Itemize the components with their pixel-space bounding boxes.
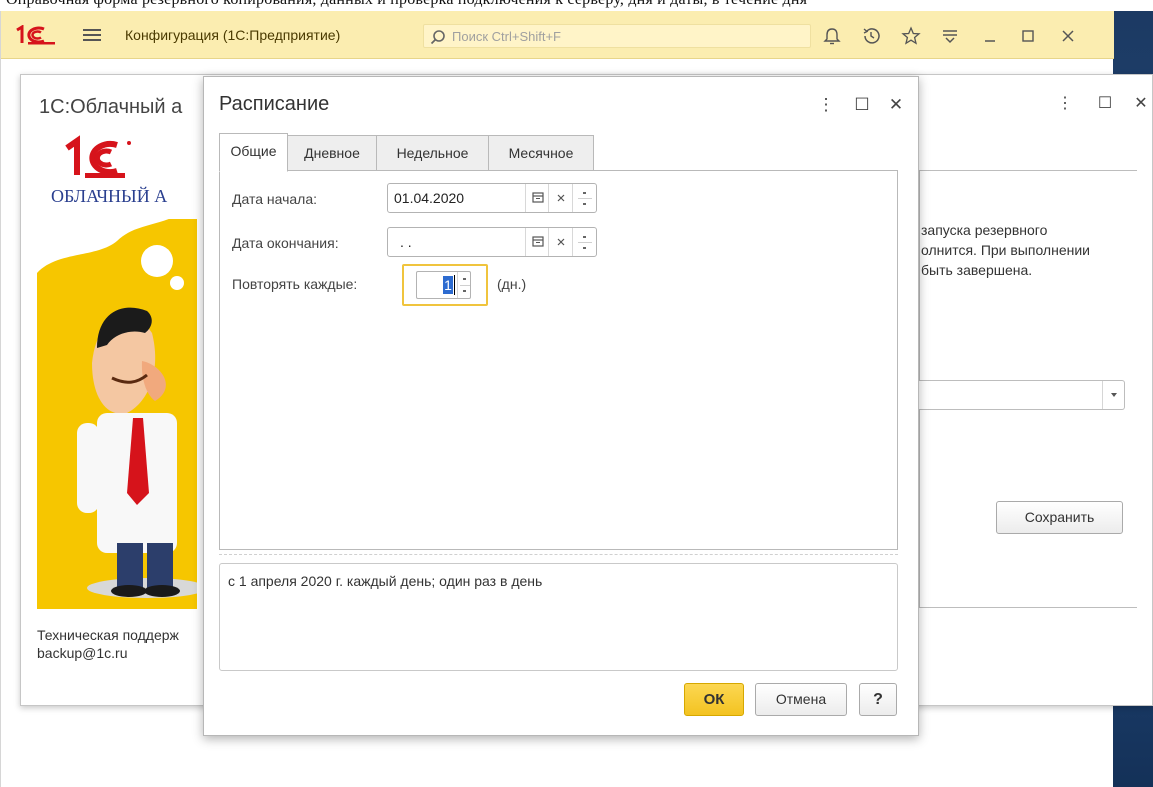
clear-icon[interactable]: [548, 228, 572, 256]
maximize-icon[interactable]: [1015, 23, 1041, 49]
start-date-value: 01.04.2020: [394, 190, 465, 206]
support-contact: Техническая поддерж backup@1c.ru: [37, 626, 179, 662]
repeat-spinner[interactable]: [457, 272, 471, 298]
background-form-title: 1С:Облачный а: [39, 96, 183, 118]
search-input[interactable]: [452, 26, 802, 46]
calendar-icon[interactable]: [525, 228, 549, 256]
repeat-label: Повторять каждые:: [232, 276, 358, 292]
repeat-unit: (дн.): [497, 276, 527, 292]
search-icon: [430, 30, 445, 45]
close-icon[interactable]: ✕: [884, 92, 908, 118]
dialog-title: Расписание: [219, 93, 330, 115]
text-caret: [454, 275, 455, 295]
1c-logo-icon[interactable]: [14, 25, 58, 45]
more-actions-icon[interactable]: ⋮: [814, 92, 838, 118]
dropdown-arrow-icon[interactable]: [1102, 381, 1124, 409]
ok-button[interactable]: ОК: [684, 683, 744, 716]
support-label: Техническая поддерж: [37, 627, 179, 643]
info-line: запуска резервного: [921, 222, 1048, 238]
date-spinner[interactable]: [572, 184, 596, 212]
app-titlebar: Конфигурация (1С:Предприятие): [1, 11, 1114, 59]
backup-mode-select[interactable]: [919, 380, 1125, 410]
end-date-label: Дата окончания:: [232, 235, 339, 251]
search-box[interactable]: [423, 24, 811, 48]
tab-daily[interactable]: Дневное: [287, 135, 377, 172]
schedule-summary: с 1 апреля 2020 г. каждый день; один раз…: [219, 563, 898, 671]
repeat-every-value: 1: [443, 276, 453, 294]
info-line: олнится. При выполнении: [921, 242, 1090, 258]
bell-icon[interactable]: [819, 23, 845, 49]
repeat-every-field[interactable]: 1: [402, 264, 488, 306]
screen: Оправочная форма резервного копирования,…: [0, 0, 1153, 787]
menu-more-icon[interactable]: [937, 23, 963, 49]
logo-caption: ОБЛАЧНЫЙ А: [51, 186, 168, 206]
start-date-label: Дата начала:: [232, 191, 318, 207]
background-text: Оправочная форма резервного копирования,…: [6, 0, 807, 9]
splitter[interactable]: [219, 554, 898, 555]
main-menu-icon[interactable]: [81, 27, 103, 43]
end-date-value: . .: [400, 234, 412, 250]
tab-general[interactable]: Общие: [219, 133, 288, 172]
maximize-icon[interactable]: ☐: [1094, 91, 1116, 117]
history-icon[interactable]: [858, 23, 884, 49]
dialog-tools: ⋮ ☐ ✕: [810, 92, 910, 118]
minimize-icon[interactable]: [977, 23, 1003, 49]
background-text-strip: Оправочная форма резервного копирования,…: [0, 0, 1153, 11]
more-actions-icon[interactable]: ⋮: [1054, 91, 1076, 117]
help-button[interactable]: ?: [859, 683, 897, 716]
end-date-field[interactable]: . .: [387, 227, 597, 257]
star-icon[interactable]: [898, 23, 924, 49]
schedule-summary-text: с 1 апреля 2020 г. каждый день; один раз…: [228, 573, 543, 589]
tab-page-general: Дата начала: 01.04.2020 Дата окончания: …: [219, 170, 898, 550]
support-email[interactable]: backup@1c.ru: [37, 644, 179, 662]
start-date-field[interactable]: 01.04.2020: [387, 183, 597, 213]
app-title: Конфигурация (1С:Предприятие): [125, 27, 341, 43]
background-form-tools: ⋮ ☐ ✕: [1032, 91, 1152, 117]
calendar-icon[interactable]: [525, 184, 549, 212]
cloud-archive-logo: ОБЛАЧНЫЙ А: [37, 133, 197, 219]
backup-info-text: запуска резервного олнится. При выполнен…: [921, 220, 1141, 280]
info-line: быть завершена.: [921, 262, 1033, 278]
date-spinner[interactable]: [572, 228, 596, 256]
cancel-button[interactable]: Отмена: [755, 683, 847, 716]
tab-weekly[interactable]: Недельное: [376, 135, 489, 172]
repeat-every-input[interactable]: 1: [416, 271, 471, 299]
close-icon[interactable]: [1055, 23, 1081, 49]
close-icon[interactable]: ✕: [1130, 91, 1152, 117]
schedule-dialog: Расписание ⋮ ☐ ✕ Общие Дневное Недельное…: [203, 76, 919, 736]
clear-icon[interactable]: [548, 184, 572, 212]
tab-monthly[interactable]: Месячное: [488, 135, 594, 172]
save-button[interactable]: Сохранить: [996, 501, 1123, 534]
maximize-icon[interactable]: ☐: [850, 92, 874, 118]
